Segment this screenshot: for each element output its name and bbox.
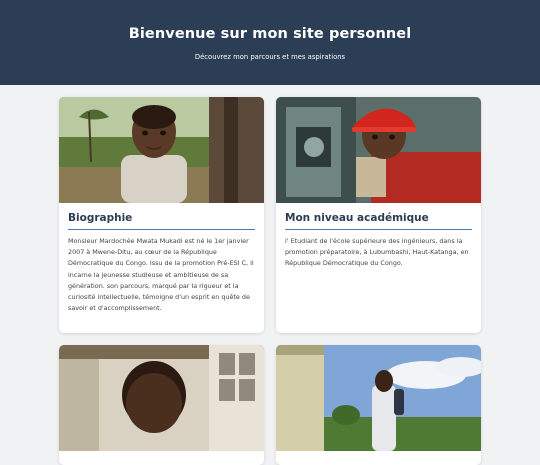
card-text: l' Etudiant de l'école supérieure des in… xyxy=(285,237,469,268)
biography-card: Biographie Monsieur Mardochée Mwata Muka… xyxy=(59,97,264,333)
site-header: Bienvenue sur mon site personnel Découvr… xyxy=(0,0,540,85)
page-title: Bienvenue sur mon site personnel xyxy=(128,26,412,42)
academic-card: Mon niveau académique l' Etudiant de l'é… xyxy=(276,97,481,333)
portrait-photo xyxy=(59,345,264,451)
card-title: Biographie xyxy=(68,212,255,230)
student-outdoors-photo xyxy=(276,345,481,451)
photo-card xyxy=(59,345,264,465)
card-text: Monsieur Mardochée Mwata Mukadi est né l… xyxy=(68,237,254,313)
page-subtitle: Découvrez mon parcours et mes aspiration… xyxy=(194,53,346,61)
card-title: Mon niveau académique xyxy=(285,212,472,230)
child-photo xyxy=(59,97,264,203)
student-helmet-photo xyxy=(276,97,481,203)
photo-card xyxy=(276,345,481,465)
